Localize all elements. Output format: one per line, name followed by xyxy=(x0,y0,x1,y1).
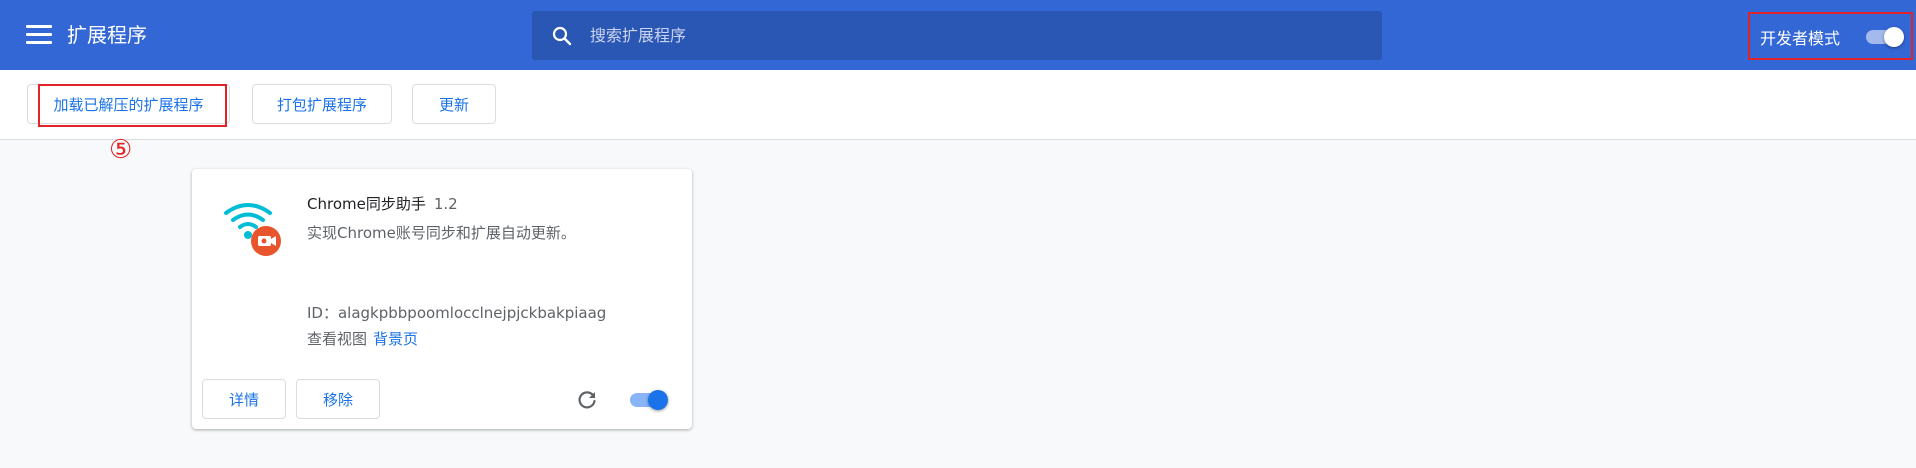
views-label: 查看视图 xyxy=(307,330,368,348)
extension-name-text: Chrome同步助手 xyxy=(307,195,426,213)
background-page-link[interactable]: 背景页 xyxy=(373,330,418,348)
extension-name: Chrome同步助手 1.2 xyxy=(307,193,458,214)
search-bar[interactable] xyxy=(532,11,1382,60)
remove-button[interactable]: 移除 xyxy=(296,379,380,419)
annotation-marker-5: ⑤ xyxy=(109,135,133,165)
details-button[interactable]: 详情 xyxy=(202,379,286,419)
wifi-camera-icon xyxy=(224,203,281,256)
extension-version: 1.2 xyxy=(433,195,458,213)
dev-mode-label: 开发者模式 xyxy=(1760,29,1841,48)
reload-icon[interactable] xyxy=(575,388,599,412)
search-input[interactable] xyxy=(588,11,1348,60)
page-title: 扩展程序 xyxy=(67,23,147,47)
extension-card: Chrome同步助手 1.2 实现Chrome账号同步和扩展自动更新。 ID：al… xyxy=(192,169,692,429)
hamburger-menu-icon[interactable] xyxy=(26,25,52,47)
pack-extension-button[interactable]: 打包扩展程序 xyxy=(252,84,392,124)
extension-id: ID：alagkpbbpoomlocclnejpjckbakpiaag xyxy=(307,304,607,322)
search-icon xyxy=(552,26,572,46)
card-footer: 详情 移除 xyxy=(192,374,692,429)
extension-enable-toggle[interactable] xyxy=(628,390,668,410)
dev-mode-highlight: 开发者模式 xyxy=(1748,12,1913,60)
action-toolbar: 加载已解压的扩展程序 打包扩展程序 更新 xyxy=(0,70,1916,140)
top-header: 扩展程序 开发者模式 xyxy=(0,0,1916,70)
load-unpacked-button[interactable]: 加载已解压的扩展程序 xyxy=(27,84,230,124)
dev-mode-toggle[interactable] xyxy=(1864,27,1904,47)
extension-description: 实现Chrome账号同步和扩展自动更新。 xyxy=(307,224,576,242)
update-button[interactable]: 更新 xyxy=(412,84,496,124)
extension-views: 查看视图 背景页 xyxy=(307,328,418,349)
